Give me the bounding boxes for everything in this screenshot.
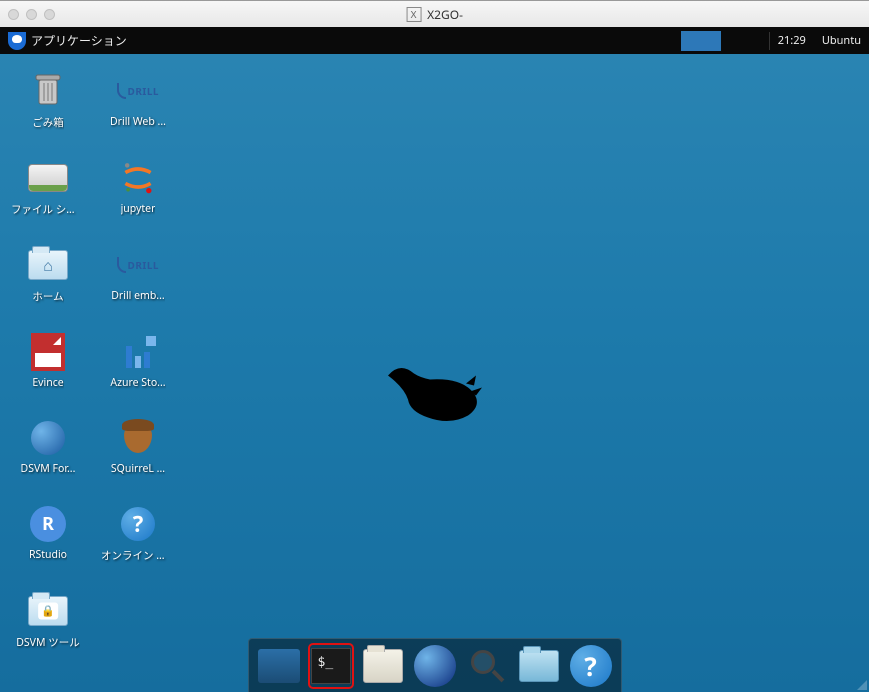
azure-storage-icon <box>117 332 159 372</box>
trash-icon <box>27 71 69 111</box>
desktop-icon-evince[interactable]: Evince <box>14 332 82 390</box>
desktop-icon-filesystem[interactable]: ファイル システム <box>14 158 82 217</box>
desktop-icon-label: Azure Sto... <box>110 376 165 390</box>
desktop-icon-label: RStudio <box>29 548 67 562</box>
dock-web-browser-button[interactable] <box>413 644 457 688</box>
applications-menu-button[interactable]: アプリケーション <box>0 27 135 54</box>
desktop-icon-dsvm-for[interactable]: DSVM For... <box>14 418 82 476</box>
file-manager-icon <box>363 649 403 683</box>
dock-home-folder-button[interactable] <box>517 644 561 688</box>
zoom-window-button[interactable] <box>44 9 55 20</box>
help-icon: ? <box>117 504 159 544</box>
globe-icon <box>27 418 69 458</box>
desktop-icon-label: Evince <box>32 376 63 390</box>
top-panel: アプリケーション 21:29 Ubuntu <box>0 27 869 54</box>
desktop-icon-rstudio[interactable]: R RStudio <box>14 504 82 563</box>
panel-user-menu[interactable]: Ubuntu <box>814 33 869 48</box>
desktop-icon-label: ファイル システム <box>11 202 85 217</box>
desktop-icon-squirrel[interactable]: SQuirreL ... <box>104 418 172 476</box>
desktop-icon-label: jupyter <box>121 202 156 216</box>
desktop-icon-label: DSVM For... <box>21 462 76 476</box>
drill-icon: DRILL <box>117 245 159 285</box>
x11-icon: X <box>406 7 421 22</box>
desktop-icon-drill-web[interactable]: DRILL Drill Web ... <box>104 71 172 130</box>
desktop-icon-label: SQuirreL ... <box>111 462 165 476</box>
drill-icon: DRILL <box>117 71 159 111</box>
host-titlebar[interactable]: X X2GO- <box>0 1 869 27</box>
web-browser-icon <box>414 645 456 687</box>
desktop-icon-label: Drill emb... <box>111 289 165 303</box>
applications-menu-label: アプリケーション <box>31 32 127 49</box>
desktop-icon-trash[interactable]: ごみ箱 <box>14 71 82 130</box>
desktop-icon-area: ごみ箱 DRILL Drill Web ... ファイル システム <box>14 71 172 650</box>
dock-terminal-button[interactable] <box>309 644 353 688</box>
panel-active-window-indicator[interactable] <box>681 31 721 51</box>
desktop-icon-jupyter[interactable]: jupyter <box>104 158 172 217</box>
panel-clock[interactable]: 21:29 <box>770 33 814 48</box>
jupyter-icon <box>117 158 159 198</box>
desktop-icon-label: ホーム <box>32 289 63 304</box>
panel-right-group: 21:29 Ubuntu <box>681 27 869 54</box>
desktop-icon-label: Drill Web ... <box>110 115 166 129</box>
rstudio-icon: R <box>27 504 69 544</box>
window-controls[interactable] <box>8 9 55 20</box>
desktop-icon-dsvm-tool[interactable]: 🔒 DSVM ツール <box>14 591 82 650</box>
folder-icon <box>519 650 559 682</box>
resize-grip-icon[interactable] <box>857 680 867 690</box>
desktop-icon-azure-storage[interactable]: Azure Sto... <box>104 332 172 390</box>
host-window: X X2GO- アプリケーション 21:29 Ubuntu <box>0 0 869 692</box>
evince-icon <box>27 332 69 372</box>
show-desktop-icon <box>258 649 300 683</box>
help-icon: ? <box>570 645 612 687</box>
minimize-window-button[interactable] <box>26 9 37 20</box>
dock-app-finder-button[interactable] <box>465 644 509 688</box>
magnifier-icon <box>467 646 507 686</box>
desktop-icon-home[interactable]: ⌂ ホーム <box>14 245 82 304</box>
home-folder-icon: ⌂ <box>27 245 69 285</box>
xfce-mouse-wallpaper-icon <box>380 360 490 435</box>
hard-drive-icon <box>27 158 69 198</box>
xfce-logo-icon <box>8 32 26 50</box>
remote-desktop[interactable]: アプリケーション 21:29 Ubuntu ごみ箱 <box>0 27 869 692</box>
desktop-icon-online-help[interactable]: ? オンライン ヘルプ <box>104 504 172 563</box>
locked-folder-icon: 🔒 <box>27 591 69 631</box>
dock-show-desktop-button[interactable] <box>257 644 301 688</box>
terminal-icon <box>311 648 351 684</box>
acorn-icon <box>117 418 159 458</box>
desktop-icon-label: オンライン ヘルプ <box>101 548 175 563</box>
window-title: X2GO- <box>427 6 463 23</box>
dock-help-button[interactable]: ? <box>569 644 613 688</box>
dock-file-manager-button[interactable] <box>361 644 405 688</box>
close-window-button[interactable] <box>8 9 19 20</box>
titlebar-title-group: X X2GO- <box>406 6 463 23</box>
desktop-icon-drill-embedded[interactable]: DRILL Drill emb... <box>104 245 172 304</box>
desktop-icon-label: ごみ箱 <box>32 115 64 130</box>
bottom-dock: ? <box>248 638 622 692</box>
desktop-icon-label: DSVM ツール <box>16 635 79 650</box>
